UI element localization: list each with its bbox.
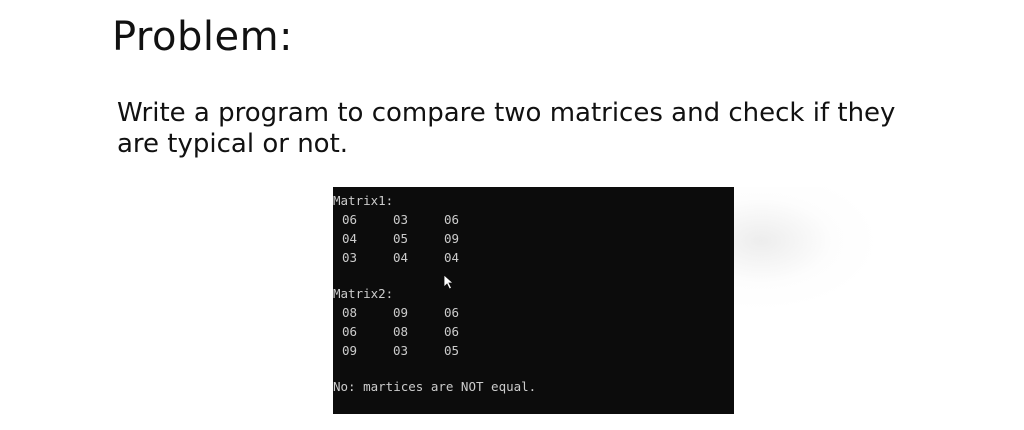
matrix1-cell: 05 <box>393 231 409 246</box>
matrix2-label: Matrix2: <box>333 286 394 301</box>
matrix1-cell: 04 <box>393 250 409 265</box>
matrix2-cell: 06 <box>342 324 358 339</box>
matrix1-cell: 06 <box>342 212 358 227</box>
problem-statement: Write a program to compare two matrices … <box>117 98 957 160</box>
slide-title: Problem: <box>112 14 294 60</box>
matrix2-cell: 05 <box>444 343 460 358</box>
matrix1-label: Matrix1: <box>333 193 394 208</box>
matrix1-cell: 04 <box>342 231 358 246</box>
matrix2-cell: 06 <box>444 324 460 339</box>
matrix2-cell: 08 <box>342 305 358 320</box>
matrix1-cell: 06 <box>444 212 460 227</box>
matrix1-cell: 09 <box>444 231 460 246</box>
matrix1-cell: 03 <box>342 250 358 265</box>
matrix2-cell: 08 <box>393 324 409 339</box>
problem-statement-line-1: Write a program to compare two matrices … <box>117 98 896 128</box>
matrix1-cell: 04 <box>444 250 460 265</box>
matrix2-cell: 09 <box>342 343 358 358</box>
console-output: Matrix1: 06 03 06 04 05 09 03 04 04 Matr… <box>333 187 734 414</box>
result-message: No: martices are NOT equal. <box>333 379 537 394</box>
problem-statement-line-2: are typical or not. <box>117 129 349 159</box>
matrix2-cell: 06 <box>444 305 460 320</box>
mouse-pointer-icon <box>443 274 455 290</box>
matrix2-cell: 03 <box>393 343 409 358</box>
slide: Problem: Write a program to compare two … <box>0 0 1024 430</box>
matrix2-cell: 09 <box>393 305 409 320</box>
screen-glare <box>733 187 873 307</box>
matrix1-cell: 03 <box>393 212 409 227</box>
